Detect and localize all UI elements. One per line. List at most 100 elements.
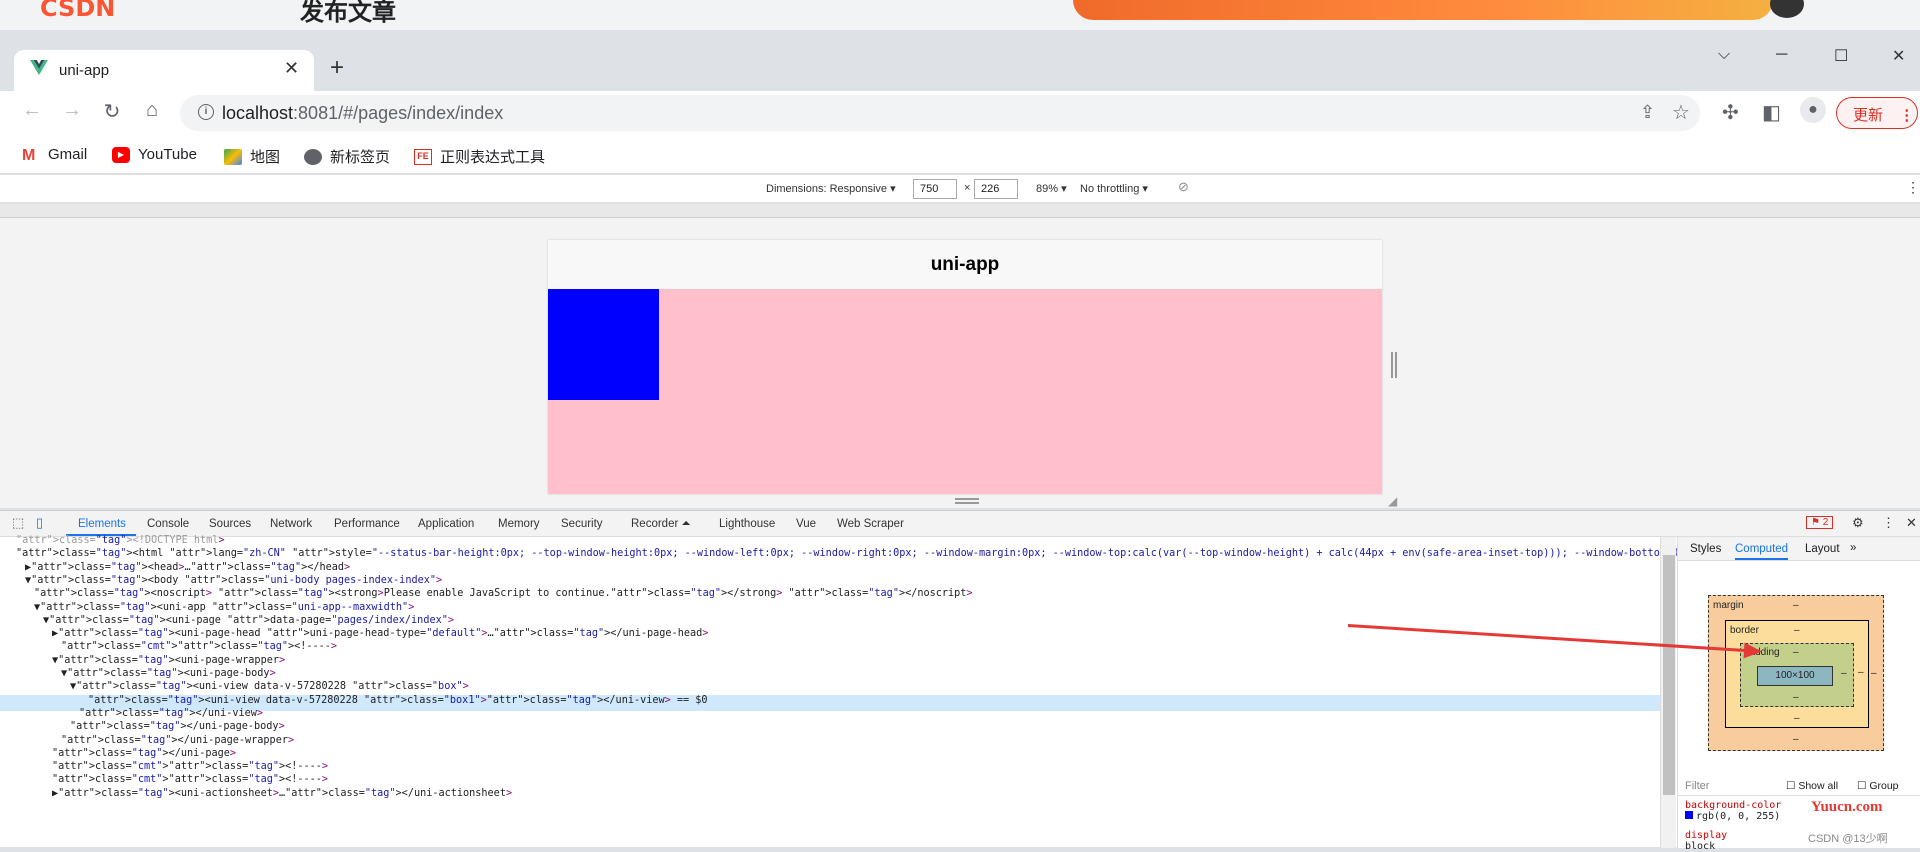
device-toolbar: Dimensions: Responsive ▾ 750 × 226 89% ▾… <box>0 175 1920 203</box>
url-text[interactable]: localhost:8081/#/pages/index/index <box>222 103 503 124</box>
box-model-border[interactable]: border – – – padding – – – 100×100 <box>1725 620 1869 728</box>
more-tabs-icon[interactable]: » <box>1850 542 1856 554</box>
info-icon[interactable]: i <box>198 104 214 120</box>
back-button[interactable]: ← <box>18 99 46 122</box>
color-swatch[interactable] <box>1685 811 1693 819</box>
tab-performance[interactable]: Performance <box>334 518 400 530</box>
sidebar-tabs: Styles Computed Layout » <box>1678 537 1920 561</box>
tab-web-scraper[interactable]: Web Scraper <box>837 518 904 530</box>
side-panel-icon[interactable]: ◧ <box>1762 100 1781 125</box>
close-tab-icon[interactable]: ✕ <box>284 58 299 79</box>
computed-prop-background-color[interactable]: background-color rgb(0, 0, 255) <box>1685 800 1781 822</box>
tab-vue[interactable]: Vue <box>796 518 816 530</box>
height-input[interactable]: 226 <box>974 179 1018 199</box>
group-checkbox[interactable]: ☐ Group <box>1857 780 1899 792</box>
box-model-content[interactable]: 100×100 <box>1757 666 1833 686</box>
reload-button[interactable]: ↻ <box>98 99 126 124</box>
devtools-tabs: ⬚ ▯ Elements Console Sources Network Per… <box>0 511 1920 537</box>
tab-styles[interactable]: Styles <box>1690 543 1721 555</box>
fe-icon: FE <box>414 148 432 165</box>
resize-corner-icon[interactable]: ◢ <box>1388 494 1397 508</box>
margin-label: margin <box>1713 600 1744 611</box>
top-cropped-header: CSDN 发布文章 <box>0 0 1920 30</box>
more-options-icon[interactable]: ⋮ <box>1906 179 1920 196</box>
throttling-dropdown[interactable]: No throttling ▾ <box>1080 182 1148 195</box>
bookmark-regex-tool[interactable]: FE 正则表达式工具 <box>414 146 545 167</box>
margin-top-value[interactable]: – <box>1793 600 1799 611</box>
tab-uni-app[interactable]: uni-app ✕ <box>14 50 314 91</box>
tab-network[interactable]: Network <box>270 518 312 530</box>
bookmark-youtube[interactable]: ▶ YouTube <box>112 146 197 163</box>
padding-bottom-value[interactable]: – <box>1793 692 1799 703</box>
browser-toolbar: ← → ↻ ⌂ i localhost:8081/#/pages/index/i… <box>0 91 1920 136</box>
show-all-checkbox[interactable]: ☐ Show all <box>1786 780 1838 792</box>
dom-node-line[interactable]: ▶"attr">class="tag"><uni-actionsheet>…"a… <box>0 788 512 804</box>
scrollbar-thumb[interactable] <box>1663 555 1675 795</box>
bookmark-gmail[interactable]: M Gmail <box>22 146 87 164</box>
extensions-icon[interactable]: ✣ <box>1722 100 1739 125</box>
resize-handle-bottom[interactable] <box>955 498 979 504</box>
device-toggle-icon[interactable]: ▯ <box>36 515 43 531</box>
minimize-button[interactable]: ─ <box>1776 46 1787 64</box>
forward-button[interactable]: → <box>58 99 86 122</box>
watermark-yuucn: Yuucn.com <box>1811 799 1883 815</box>
close-window-button[interactable]: ✕ <box>1892 46 1905 66</box>
tab-security[interactable]: Security <box>561 518 603 530</box>
tab-search-icon[interactable]: ⌵ <box>1718 46 1730 64</box>
tab-elements[interactable]: Elements <box>78 518 126 530</box>
tab-recorder[interactable]: Recorder ⏶ <box>631 518 691 531</box>
devtools-menu-icon[interactable]: ⋮ <box>1882 515 1895 531</box>
zoom-dropdown[interactable]: 89% ▾ <box>1036 182 1067 195</box>
elements-dom-tree[interactable]: "attr">class="tag"><!DOCTYPE html> "attr"… <box>0 535 1709 848</box>
box-model-margin[interactable]: margin – – – border – – – padding – – – … <box>1708 595 1884 751</box>
tab-computed[interactable]: Computed <box>1735 543 1789 560</box>
border-right-value[interactable]: – <box>1858 667 1864 678</box>
box1-square <box>548 289 659 400</box>
padding-right-value[interactable]: – <box>1841 668 1847 679</box>
new-tab-button[interactable]: + <box>330 54 344 82</box>
width-input[interactable]: 750 <box>913 179 957 199</box>
tab-layout[interactable]: Layout <box>1805 543 1840 555</box>
tab-memory[interactable]: Memory <box>498 518 540 530</box>
profile-icon[interactable]: ● <box>1800 97 1826 123</box>
avatar[interactable] <box>1770 0 1804 18</box>
dom-scrollbar[interactable] <box>1660 537 1676 848</box>
border-top-value[interactable]: – <box>1794 625 1800 636</box>
tab-console[interactable]: Console <box>147 518 189 530</box>
tab-lighthouse[interactable]: Lighthouse <box>719 518 775 530</box>
margin-right-value[interactable]: – <box>1871 668 1877 679</box>
update-button[interactable]: 更新 ⋮ <box>1836 97 1918 129</box>
youtube-icon: ▶ <box>112 146 130 163</box>
tab-title: uni-app <box>59 62 110 79</box>
close-devtools-icon[interactable]: ✕ <box>1906 515 1917 531</box>
menu-kebab-icon[interactable]: ⋮ <box>1899 107 1914 124</box>
bookmark-star-icon[interactable]: ☆ <box>1672 100 1690 125</box>
maximize-button[interactable]: ☐ <box>1834 46 1848 66</box>
tab-application[interactable]: Application <box>418 518 474 530</box>
promo-banner[interactable] <box>1073 0 1773 20</box>
share-icon[interactable]: ⇪ <box>1640 102 1655 123</box>
rotate-icon[interactable]: ⊘ <box>1178 179 1189 195</box>
filter-input[interactable]: Filter <box>1685 780 1709 792</box>
dimensions-dropdown[interactable]: Dimensions: Responsive ▾ <box>766 182 896 195</box>
annotation-arrowhead <box>1743 642 1763 660</box>
filter-divider <box>1678 795 1920 796</box>
margin-bottom-value[interactable]: – <box>1793 734 1799 745</box>
settings-gear-icon[interactable]: ⚙ <box>1852 515 1864 531</box>
tab-sources[interactable]: Sources <box>209 518 251 530</box>
home-button[interactable]: ⌂ <box>138 99 166 122</box>
bookmark-new-tab[interactable]: 新标签页 <box>304 146 390 167</box>
page-title: uni-app <box>548 240 1382 289</box>
inspect-icon[interactable]: ⬚ <box>12 515 24 531</box>
prop-name: background-color <box>1685 800 1782 811</box>
padding-top-value[interactable]: – <box>1793 647 1799 658</box>
resize-handle-right[interactable] <box>1391 352 1397 378</box>
maps-icon <box>224 148 242 165</box>
media-query-ruler[interactable] <box>0 204 1920 218</box>
bookmark-maps[interactable]: 地图 <box>224 146 280 167</box>
address-bar[interactable]: i localhost:8081/#/pages/index/index ⇪ ☆ <box>180 95 1700 131</box>
border-bottom-value[interactable]: – <box>1794 713 1800 724</box>
issues-badge[interactable]: ⚑ 2 <box>1806 516 1834 529</box>
box-model-diagram: margin – – – border – – – padding – – – … <box>1708 595 1884 751</box>
computed-prop-display[interactable]: display block <box>1685 830 1727 852</box>
